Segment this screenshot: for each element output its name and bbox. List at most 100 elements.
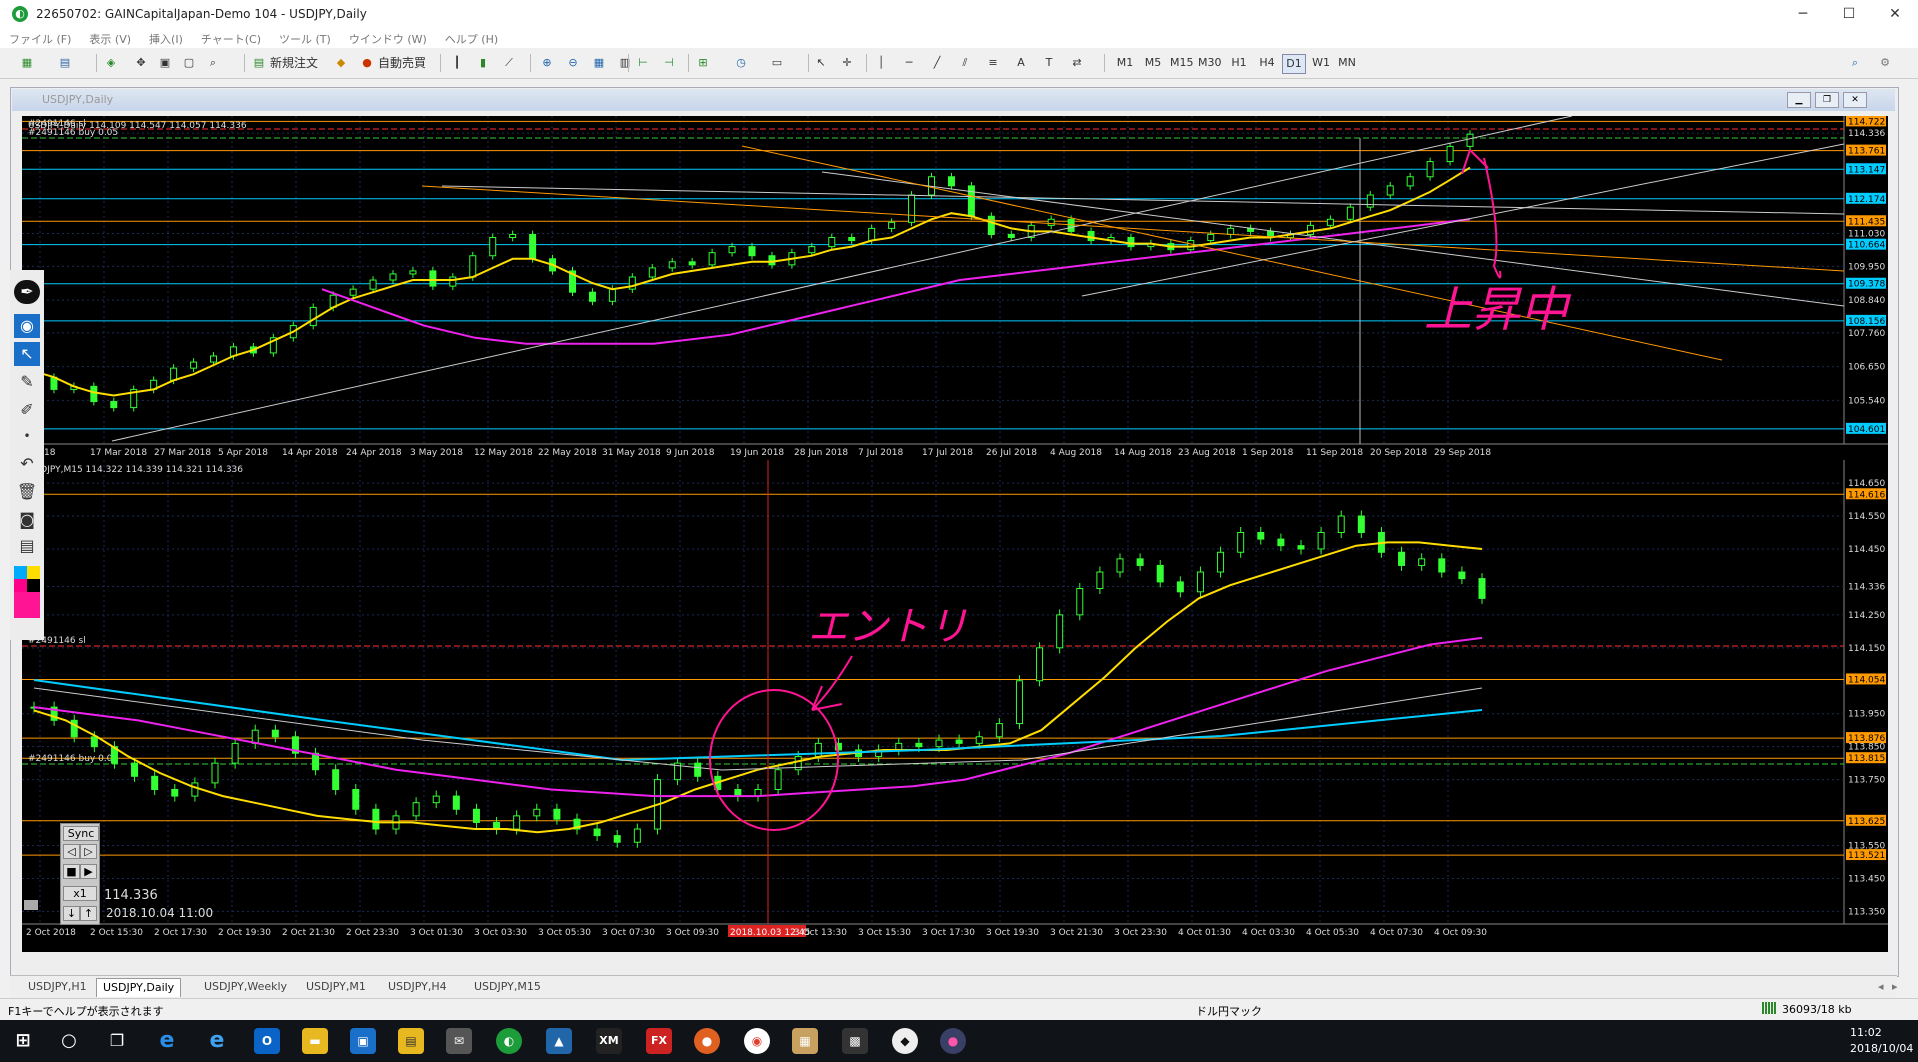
new-chart-icon[interactable]: ▦	[18, 54, 36, 72]
speed-down-icon[interactable]: ↓	[63, 906, 80, 921]
camera-icon[interactable]: ◙	[14, 508, 40, 532]
sync-button[interactable]: Sync	[63, 826, 99, 841]
tab-usdjpy-daily[interactable]: USDJPY,Daily	[96, 978, 182, 997]
app-dark-icon[interactable]: ▩	[842, 1028, 868, 1054]
ie-icon[interactable]: e	[204, 1028, 230, 1054]
bar-chart-icon[interactable]: ┃	[448, 54, 466, 72]
step-forward-icon[interactable]: ▷	[80, 844, 97, 859]
text-label-icon[interactable]: T	[1040, 54, 1058, 72]
tile-windows-icon[interactable]: ▦	[590, 54, 608, 72]
tab-usdjpy-m1[interactable]: USDJPY,M1	[300, 978, 372, 996]
pen-icon[interactable]: ✒	[14, 280, 40, 304]
cursor-icon[interactable]: ↖	[812, 54, 830, 72]
step-back-icon[interactable]: ◁	[63, 844, 80, 859]
new-order-icon[interactable]: ▤	[250, 54, 268, 72]
folder-icon[interactable]: ▬	[302, 1028, 328, 1054]
navigator-icon[interactable]: ✥	[132, 54, 150, 72]
edge-icon[interactable]: e	[154, 1028, 180, 1054]
search-doc-icon[interactable]: ⌕	[204, 54, 222, 72]
zoom-out-icon[interactable]: ⊖	[564, 54, 582, 72]
chart-close-button[interactable]: ✕	[1843, 92, 1867, 108]
channel-icon[interactable]: ⫽	[956, 54, 974, 72]
chart-area[interactable]: 114.722 114.336 113.761 113.147 112.174 111.4…	[22, 116, 1888, 952]
app-triangle-icon[interactable]: ▲	[546, 1028, 572, 1054]
speed-button[interactable]: x1	[63, 886, 97, 901]
candlestick-icon[interactable]: ▮	[474, 54, 492, 72]
vertical-line-icon[interactable]: │	[872, 54, 890, 72]
menu-view[interactable]: 表示 (V)	[80, 28, 140, 47]
arrows-icon[interactable]: ⇄	[1068, 54, 1086, 72]
play-icon[interactable]: ▶	[80, 864, 97, 879]
chrome-icon[interactable]: ◉	[744, 1028, 770, 1054]
timeframe-m30[interactable]: M30	[1198, 54, 1222, 72]
sync-handle[interactable]	[24, 900, 38, 910]
timeframe-d1[interactable]: D1	[1282, 54, 1306, 74]
fibonacci-icon[interactable]: ≡	[984, 54, 1002, 72]
app-balloon-icon[interactable]: ●	[940, 1028, 966, 1054]
menu-insert[interactable]: 挿入(I)	[140, 28, 192, 47]
m15-chart[interactable]: 114.650114.616 114.550 114.450 114.336 114.2…	[22, 460, 1888, 940]
windows-start-icon[interactable]: ⊞	[10, 1028, 36, 1054]
periods-icon[interactable]: ◷	[732, 54, 750, 72]
menu-window[interactable]: ウインドウ (W)	[340, 28, 436, 47]
app-round-icon[interactable]: ●	[694, 1028, 720, 1054]
chart-minimize-button[interactable]: ▁	[1787, 92, 1811, 108]
eraser-icon[interactable]: ✐	[14, 398, 40, 422]
tab-usdjpy-weekly[interactable]: USDJPY,Weekly	[198, 978, 293, 996]
tab-usdjpy-h1[interactable]: USDJPY,H1	[22, 978, 93, 996]
indicators-icon[interactable]: ⊞	[694, 54, 712, 72]
timeframe-m15[interactable]: M15	[1170, 54, 1194, 72]
terminal-icon[interactable]: ▣	[156, 54, 174, 72]
line-chart-icon[interactable]: ⟋	[500, 54, 518, 72]
profiles-icon[interactable]: ▤	[56, 54, 74, 72]
menu-file[interactable]: ファイル (F)	[0, 28, 80, 47]
auto-trading-button[interactable]: 自動売買	[378, 54, 426, 72]
zoom-in-icon[interactable]: ⊕	[538, 54, 556, 72]
mail-icon[interactable]: ✉	[446, 1028, 472, 1054]
eye-icon[interactable]: ◉	[14, 314, 40, 338]
outlook-icon[interactable]: O	[254, 1028, 280, 1054]
app-box-icon[interactable]: ▦	[792, 1028, 818, 1054]
pointer-icon[interactable]: ↖	[14, 342, 40, 366]
trendline-icon[interactable]: ╱	[928, 54, 946, 72]
search-icon[interactable]: ⌕	[1846, 54, 1864, 72]
speed-up-icon[interactable]: ↑	[80, 906, 97, 921]
maximize-button[interactable]: ☐	[1826, 0, 1872, 28]
app-pin-icon[interactable]: ◆	[892, 1028, 918, 1054]
chart-shift-icon[interactable]: ⊢	[634, 54, 652, 72]
clipboard-icon[interactable]: ▤	[14, 534, 40, 558]
undo-icon[interactable]: ↶	[14, 452, 40, 476]
task-view-icon[interactable]: ❐	[104, 1028, 130, 1054]
timeframe-mn[interactable]: MN	[1338, 54, 1356, 72]
new-order-button[interactable]: 新規注文	[270, 54, 318, 72]
timeframe-m5[interactable]: M5	[1144, 54, 1162, 72]
timeframe-m1[interactable]: M1	[1116, 54, 1134, 72]
search-circle-icon[interactable]: ○	[56, 1028, 82, 1054]
menu-help[interactable]: ヘルプ (H)	[436, 28, 507, 47]
text-icon[interactable]: A	[1012, 54, 1030, 72]
settings-icon[interactable]: ⚙	[1876, 54, 1894, 72]
dot-icon[interactable]: •	[14, 424, 40, 448]
menu-chart[interactable]: チャート(C)	[192, 28, 270, 47]
minimize-button[interactable]: ─	[1780, 0, 1826, 28]
menu-tools[interactable]: ツール (T)	[270, 28, 340, 47]
color-palette[interactable]	[14, 566, 40, 618]
horizontal-line-icon[interactable]: ─	[900, 54, 918, 72]
trash-icon[interactable]: 🗑	[14, 480, 40, 504]
xm-icon[interactable]: XM	[596, 1028, 622, 1054]
notes-icon[interactable]: ▤	[398, 1028, 424, 1054]
chart-restore-button[interactable]: ❐	[1815, 92, 1839, 108]
metaeditor-icon[interactable]: ◆	[332, 54, 350, 72]
pencil-icon[interactable]: ✎	[14, 370, 40, 394]
daily-chart[interactable]: 114.722 114.336 113.761 113.147 112.174 111.4…	[22, 116, 1888, 460]
autoscroll-toggle-icon[interactable]: ⊣	[660, 54, 678, 72]
tab-usdjpy-m15[interactable]: USDJPY,M15	[468, 978, 547, 996]
tester-icon[interactable]: ▢	[180, 54, 198, 72]
tab-scroll-right-icon[interactable]: ▸	[1886, 978, 1904, 996]
close-button[interactable]: ✕	[1872, 0, 1918, 28]
crosshair-icon[interactable]: ✛	[838, 54, 856, 72]
market-watch-icon[interactable]: ◈	[102, 54, 120, 72]
autoscroll-icon[interactable]: ▥	[616, 54, 634, 72]
stop-icon[interactable]: ■	[63, 864, 80, 879]
mt4-icon[interactable]: ◐	[496, 1028, 522, 1054]
